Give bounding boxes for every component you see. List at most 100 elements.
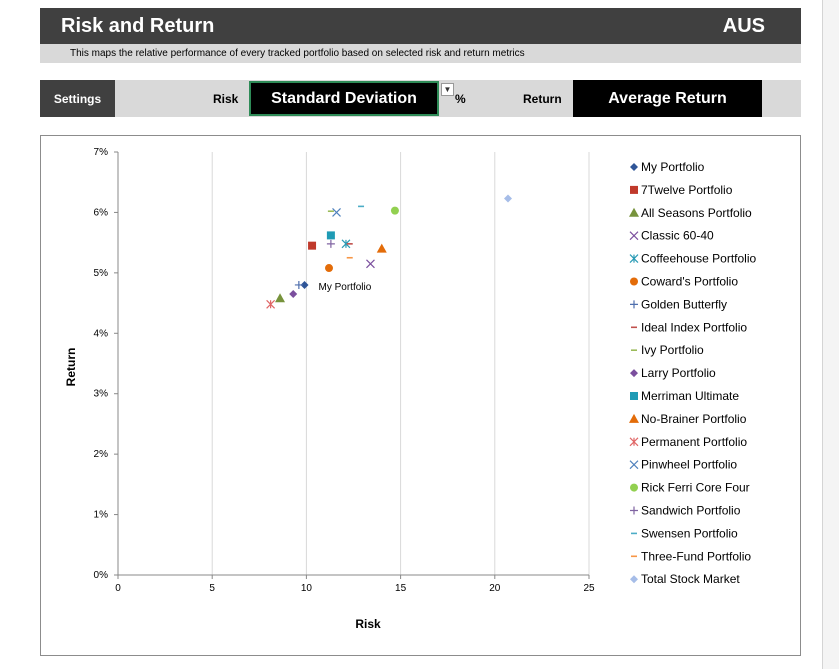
diamond-marker [630,163,638,171]
plus-marker [294,280,303,289]
x-tick-label: 20 [489,583,501,594]
legend-item-sandwich-portfolio[interactable]: Sandwich Portfolio [630,504,741,518]
point-permanent-portfolio[interactable] [266,299,276,309]
point-merriman-ultimate[interactable] [326,231,335,240]
x-tick-label: 0 [115,583,121,594]
subtitle-bar: This maps the relative performance of ev… [40,44,801,63]
y-tick-label: 2% [94,449,109,460]
x-tick-label: 5 [209,583,215,594]
legend-item-no-brainer-portfolio[interactable]: No-Brainer Portfolio [629,412,747,426]
x-axis-label: Risk [355,617,381,631]
legend-item-my-portfolio[interactable]: My Portfolio [630,160,705,174]
settings-button[interactable]: Settings [40,80,115,117]
point-rick-ferri-core-four[interactable] [390,206,399,215]
point-7twelve-portfolio[interactable] [308,241,317,250]
triangle-marker [376,243,387,253]
legend-label: Sandwich Portfolio [641,504,741,518]
legend-item-coward-s-portfolio[interactable]: Coward's Portfolio [630,275,738,289]
legend-label: Swensen Portfolio [641,526,738,540]
legend-label: Classic 60-40 [641,229,714,243]
y-tick-label: 1% [94,510,109,521]
legend-item-coffeehouse-portfolio[interactable]: Coffeehouse Portfolio [629,252,757,266]
risk-return-scatter: 0 5 10 15 20 250%1%2%3%4%5%6%7% My Portfolio … [64,147,757,631]
legend-item-pinwheel-portfolio[interactable]: Pinwheel Portfolio [629,458,737,472]
legend-label: Golden Butterfly [641,297,727,311]
triangle-marker [275,293,286,303]
legend-item-all-seasons-portfolio[interactable]: All Seasons Portfolio [629,206,752,220]
legend-item-total-stock-market[interactable]: Total Stock Market [630,572,740,586]
x-tick-label: 25 [583,583,595,594]
return-metric-select[interactable]: Average Return [573,80,762,117]
legend-label: Rick Ferri Core Four [641,481,750,495]
legend-label: Larry Portfolio [641,366,716,380]
y-tick-label: 6% [94,207,109,218]
legend-label: My Portfolio [641,160,705,174]
page-subtitle: This maps the relative performance of ev… [70,48,525,59]
legend-item-7twelve-portfolio[interactable]: 7Twelve Portfolio [630,183,733,197]
x-marker [629,460,639,470]
diamond-marker [630,575,638,584]
triangle-marker [629,413,639,423]
legend-label: Total Stock Market [641,572,740,586]
diamond-marker [503,194,512,203]
point-coward-s-portfolio[interactable] [325,264,334,273]
asterisk-marker [629,254,639,264]
circle-marker [390,206,399,215]
point-larry-portfolio[interactable] [289,290,298,299]
x-marker [366,259,375,269]
header-bar: Risk and Return AUS [40,8,801,44]
legend-item-swensen-portfolio[interactable]: Swensen Portfolio [631,526,738,540]
y-axis-label: Return [64,348,78,387]
legend-item-golden-butterfly[interactable]: Golden Butterfly [630,297,727,311]
point-all-seasons-portfolio[interactable] [275,293,286,303]
legend-item-three-fund-portfolio[interactable]: Three-Fund Portfolio [631,549,751,563]
asterisk-marker [266,299,276,309]
point-total-stock-market[interactable] [503,194,512,203]
square-marker [630,392,638,400]
chart-container: 0 5 10 15 20 25 0% 1% 2% 3% 4% 5% 6% 7% My Portfolio … [40,135,801,656]
point-no-brainer-portfolio[interactable] [376,243,387,253]
legend-label: No-Brainer Portfolio [641,412,747,426]
region-label: AUS [722,15,765,37]
point-classic-60-40[interactable] [366,259,375,269]
risk-label: Risk [213,92,239,106]
diamond-marker [630,369,638,378]
legend-label: Permanent Portfolio [641,435,747,449]
diamond-marker [289,290,298,299]
y-tick-label: 0% [94,570,109,581]
page-title: Risk and Return [61,15,215,37]
triangle-marker [629,207,639,217]
legend-item-merriman-ultimate[interactable]: Merriman Ultimate [630,389,739,403]
square-marker [630,185,638,194]
point-sandwich-portfolio[interactable] [326,239,335,248]
legend-item-ivy-portfolio[interactable]: Ivy Portfolio [631,343,704,357]
circle-marker [630,483,638,492]
point-annotation: My Portfolio [319,282,372,293]
point-golden-butterfly[interactable] [294,280,303,289]
circle-marker [630,277,638,286]
legend-label: Coward's Portfolio [641,275,738,289]
legend-item-rick-ferri-core-four[interactable]: Rick Ferri Core Four [630,481,750,495]
dropdown-arrow-icon[interactable]: ▼ [441,83,454,96]
y-tick-label: 4% [94,328,109,339]
y-tick-label: 3% [94,389,109,400]
unit-label: % [455,92,466,106]
legend-label: Merriman Ultimate [641,389,739,403]
y-tick-label: 7% [94,147,109,158]
point-pinwheel-portfolio[interactable] [332,208,341,217]
legend-label: All Seasons Portfolio [641,206,752,220]
legend-item-classic-60-40[interactable]: Classic 60-40 [629,229,714,243]
square-marker [326,231,335,240]
legend-label: Coffeehouse Portfolio [641,252,757,266]
asterisk-marker [629,437,639,447]
legend-label: Ideal Index Portfolio [641,320,747,334]
x-marker [629,231,639,241]
circle-marker [325,264,334,273]
x-marker [332,208,341,217]
legend-item-larry-portfolio[interactable]: Larry Portfolio [630,366,716,380]
sheet-edge [822,0,823,669]
plus-marker [630,300,638,309]
legend-item-ideal-index-portfolio[interactable]: Ideal Index Portfolio [631,320,747,334]
risk-metric-select[interactable]: Standard Deviation [249,81,439,116]
legend-item-permanent-portfolio[interactable]: Permanent Portfolio [629,435,747,449]
